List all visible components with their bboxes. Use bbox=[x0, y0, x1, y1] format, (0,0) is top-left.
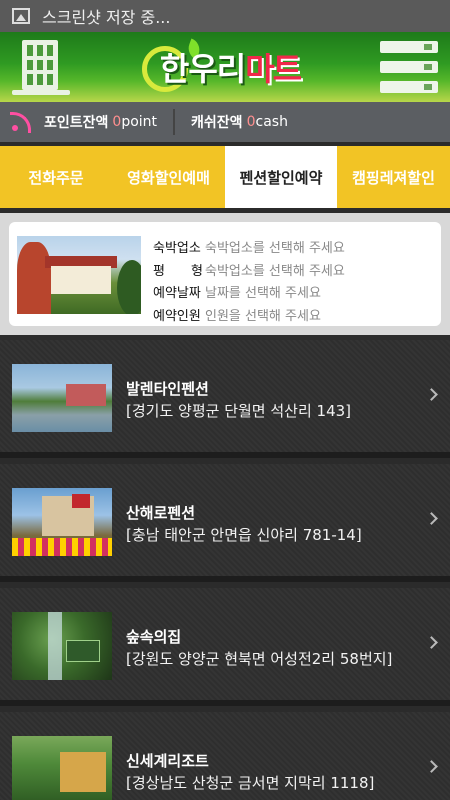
filter-row-date[interactable]: 예약날짜 날짜를 선택해 주세요 bbox=[153, 283, 345, 306]
pension-address: [경기도 양평군 단월면 석산리 143] bbox=[126, 402, 352, 420]
cash-unit: cash bbox=[255, 114, 288, 130]
pension-name: 발렌타인펜션 bbox=[126, 380, 209, 398]
pension-photo bbox=[12, 612, 112, 680]
filter-label: 예약날짜 bbox=[153, 286, 201, 301]
cash-value: 0 bbox=[246, 114, 256, 130]
tab-camping-discount[interactable]: 캠핑레져할인 bbox=[337, 146, 450, 208]
pension-photo bbox=[12, 736, 112, 800]
pension-name: 숲속의집 bbox=[126, 628, 182, 646]
category-tabs: 전화주문 영화할인예매 펜션할인예약 캠핑레져할인 bbox=[0, 146, 450, 208]
chevron-right-icon bbox=[425, 512, 438, 525]
logo-text-accent: 마트 bbox=[245, 50, 302, 88]
pension-photo bbox=[12, 364, 112, 432]
pension-name: 산해로펜션 bbox=[126, 504, 196, 522]
filter-value: 날짜를 선택해 주세요 bbox=[205, 286, 321, 301]
screenshot-icon bbox=[12, 8, 30, 24]
point-value: 0 bbox=[112, 114, 122, 130]
pension-list: 발렌타인펜션 [경기도 양평군 단월면 석산리 143] 산해로펜션 [충남 태… bbox=[0, 340, 450, 800]
wifi-icon bbox=[10, 112, 34, 133]
tab-movie-discount[interactable]: 영화할인예매 bbox=[112, 146, 225, 208]
divider bbox=[173, 109, 176, 135]
chevron-right-icon bbox=[425, 388, 438, 401]
list-item[interactable]: 발렌타인펜션 [경기도 양평군 단월면 석산리 143] bbox=[0, 340, 450, 458]
cash-label: 캐쉬잔액 bbox=[191, 115, 243, 131]
list-item[interactable]: 산해로펜션 [충남 태안군 안면읍 신야리 781-14] bbox=[0, 464, 450, 582]
status-text: 스크린샷 저장 중... bbox=[42, 8, 171, 27]
filter-box: 숙박업소 숙박업소를 선택해 주세요 평 형 숙박업소를 선택해 주세요 예약날… bbox=[9, 222, 441, 326]
filter-row-guests[interactable]: 예약인원 인원을 선택해 주세요 bbox=[153, 306, 345, 329]
app-header: 한우리 마트 bbox=[0, 32, 450, 102]
filter-thumbnail bbox=[17, 236, 141, 314]
tab-phone-order[interactable]: 전화주문 bbox=[0, 146, 112, 208]
building-icon[interactable] bbox=[12, 40, 70, 96]
tab-pension-discount[interactable]: 펜션할인예약 bbox=[225, 146, 337, 208]
reservation-filter: 숙박업소 숙박업소를 선택해 주세요 평 형 숙박업소를 선택해 주세요 예약날… bbox=[0, 213, 450, 335]
app-logo[interactable]: 한우리 마트 bbox=[140, 38, 320, 96]
chevron-right-icon bbox=[425, 636, 438, 649]
filter-row-room-type[interactable]: 평 형 숙박업소를 선택해 주세요 bbox=[153, 261, 345, 284]
filter-value: 숙박업소를 선택해 주세요 bbox=[205, 263, 345, 279]
pension-name: 신세계리조트 bbox=[126, 752, 209, 770]
filter-value: 인원을 선택해 주세요 bbox=[205, 308, 321, 324]
pension-address: [충남 태안군 안면읍 신야리 781-14] bbox=[126, 526, 362, 544]
filter-label: 평 형 bbox=[153, 263, 203, 279]
point-unit: point bbox=[121, 114, 158, 130]
pension-address: [강원도 양양군 현북면 어성전2리 58번지] bbox=[126, 650, 393, 668]
filter-row-lodging[interactable]: 숙박업소 숙박업소를 선택해 주세요 bbox=[153, 238, 345, 261]
list-item[interactable]: 숲속의집 [강원도 양양군 현북면 어성전2리 58번지] bbox=[0, 588, 450, 706]
logo-text-main: 한우리 bbox=[159, 50, 246, 88]
chevron-right-icon bbox=[425, 760, 438, 773]
filter-label: 숙박업소 bbox=[153, 241, 201, 256]
pension-address: [경상남도 산청군 금서면 지막리 1118] bbox=[126, 774, 375, 792]
pension-photo bbox=[12, 488, 112, 556]
balance-bar: 포인트잔액 0 point 캐쉬잔액 0 cash bbox=[0, 102, 450, 142]
point-label: 포인트잔액 bbox=[44, 115, 109, 131]
status-bar: 스크린샷 저장 중... bbox=[0, 0, 450, 32]
list-item[interactable]: 신세계리조트 [경상남도 산청군 금서면 지막리 1118] bbox=[0, 712, 450, 800]
filter-label: 예약인원 bbox=[153, 308, 201, 324]
filter-value: 숙박업소를 선택해 주세요 bbox=[205, 241, 345, 256]
menu-icon[interactable] bbox=[380, 41, 438, 93]
